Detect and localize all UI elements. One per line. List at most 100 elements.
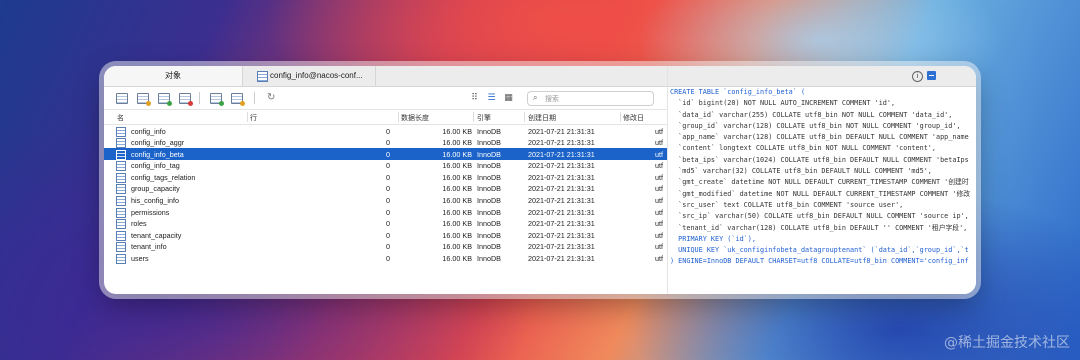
cell-modified: utf bbox=[655, 207, 663, 217]
cell-created: 2021-07-21 21:31:31 bbox=[528, 230, 595, 240]
cell-data-length: 16.00 KB bbox=[442, 207, 472, 217]
table-row[interactable]: config_tags_relation 0 16.00 KB InnoDB 2021-… bbox=[104, 171, 667, 183]
search-input[interactable]: ⌕ 搜索 bbox=[527, 91, 654, 106]
cell-name: config_info_beta bbox=[131, 149, 184, 159]
ddl-panel-icon[interactable] bbox=[927, 71, 936, 80]
header-data-length[interactable]: 数据长度 bbox=[401, 113, 429, 123]
cell-created: 2021-07-21 21:31:31 bbox=[528, 172, 595, 182]
table-icon bbox=[116, 207, 126, 218]
ddl-line: `content` longtext COLLATE utf8_bin NOT … bbox=[670, 144, 936, 153]
ddl-code: CREATE TABLE `config_info_beta` ( `id` b… bbox=[668, 87, 976, 268]
column-divider[interactable] bbox=[473, 112, 474, 122]
header-rows[interactable]: 行 bbox=[250, 113, 257, 123]
objects-pane: 对象 config_info@nacos-conf... ↻ ⠿ ☰ ▦ ⌕ 搜… bbox=[104, 66, 667, 294]
cell-rows: 0 bbox=[386, 172, 390, 182]
refresh-icon[interactable]: ↻ bbox=[267, 92, 275, 103]
cell-engine: InnoDB bbox=[477, 230, 501, 240]
table-row[interactable]: users 0 16.00 KB InnoDB 2021-07-21 21:31:31 u… bbox=[104, 253, 667, 265]
table-row[interactable]: config_info_aggr 0 16.00 KB InnoDB 2021-07-2… bbox=[104, 137, 667, 149]
column-divider[interactable] bbox=[398, 112, 399, 122]
table-icon bbox=[257, 71, 268, 82]
tab-objects[interactable]: 对象 bbox=[104, 66, 243, 86]
ddl-line: `md5` varchar(32) COLLATE utf8_bin DEFAU… bbox=[670, 167, 932, 176]
export-icon[interactable] bbox=[231, 93, 245, 106]
list-view-icon[interactable]: ☰ bbox=[487, 93, 496, 102]
table-row[interactable]: tenant_info 0 16.00 KB InnoDB 2021-07-21 21:… bbox=[104, 241, 667, 253]
cell-modified: utf bbox=[655, 219, 663, 229]
cell-name: his_config_info bbox=[131, 196, 179, 206]
design-table-icon[interactable] bbox=[137, 93, 151, 106]
tab-config-info[interactable]: config_info@nacos-conf... bbox=[244, 66, 376, 86]
ddl-pane-header: i bbox=[668, 66, 976, 87]
cell-rows: 0 bbox=[386, 184, 390, 194]
cell-modified: utf bbox=[655, 126, 663, 136]
ddl-line: `tenant_id` varchar(128) COLLATE utf8_bi… bbox=[670, 223, 968, 232]
cell-data-length: 16.00 KB bbox=[442, 161, 472, 171]
table-icon bbox=[116, 219, 126, 230]
table-icon bbox=[116, 126, 126, 137]
cell-engine: InnoDB bbox=[477, 242, 501, 252]
tab-config-info-label: config_info@nacos-conf... bbox=[270, 71, 363, 80]
cell-engine: InnoDB bbox=[477, 172, 501, 182]
column-divider[interactable] bbox=[620, 112, 621, 122]
cell-data-length: 16.00 KB bbox=[442, 230, 472, 240]
header-engine[interactable]: 引擎 bbox=[477, 113, 491, 123]
table-row[interactable]: permissions 0 16.00 KB InnoDB 2021-07-21 21:… bbox=[104, 206, 667, 218]
cell-data-length: 16.00 KB bbox=[442, 219, 472, 229]
header-created[interactable]: 创建日期 bbox=[528, 113, 556, 123]
ddl-line: `src_ip` varchar(50) COLLATE utf8_bin DE… bbox=[670, 212, 969, 221]
cell-created: 2021-07-21 21:31:31 bbox=[528, 242, 595, 252]
ddl-line: `id` bigint(20) NOT NULL AUTO_INCREMENT … bbox=[670, 99, 896, 108]
table-row[interactable]: config_info 0 16.00 KB InnoDB 2021-07-21 21:… bbox=[104, 125, 667, 137]
cell-rows: 0 bbox=[386, 138, 390, 148]
table-icon bbox=[116, 172, 126, 183]
toolbar-divider bbox=[199, 92, 200, 104]
cell-created: 2021-07-21 21:31:31 bbox=[528, 149, 595, 159]
table-row[interactable]: his_config_info 0 16.00 KB InnoDB 2021-07-21… bbox=[104, 195, 667, 207]
table-icon bbox=[116, 230, 126, 241]
delete-table-icon[interactable] bbox=[179, 93, 193, 106]
cell-engine: InnoDB bbox=[477, 219, 501, 229]
table-header: 名 行 数据长度 引擎 创建日期 修改日 bbox=[104, 110, 667, 125]
cell-name: config_info_aggr bbox=[131, 138, 185, 148]
table-row[interactable]: group_capacity 0 16.00 KB InnoDB 2021-07-21 … bbox=[104, 183, 667, 195]
detail-view-icon[interactable]: ▦ bbox=[504, 93, 513, 102]
cell-modified: utf bbox=[655, 172, 663, 182]
cell-engine: InnoDB bbox=[477, 254, 501, 264]
table-icon bbox=[116, 149, 126, 160]
cell-created: 2021-07-21 21:31:31 bbox=[528, 161, 595, 171]
ddl-line: UNIQUE KEY `uk_configinfobeta_datagroupt… bbox=[670, 246, 969, 255]
open-table-icon[interactable] bbox=[116, 93, 128, 104]
table-row[interactable]: tenant_capacity 0 16.00 KB InnoDB 2021-07-21… bbox=[104, 229, 667, 241]
table-icon bbox=[116, 196, 126, 207]
column-divider[interactable] bbox=[247, 112, 248, 122]
table-row[interactable]: config_info_tag 0 16.00 KB InnoDB 2021-07-21… bbox=[104, 160, 667, 172]
navicat-window: 对象 config_info@nacos-conf... ↻ ⠿ ☰ ▦ ⌕ 搜… bbox=[104, 66, 976, 294]
grid-view-icon[interactable]: ⠿ bbox=[470, 93, 479, 102]
cell-engine: InnoDB bbox=[477, 184, 501, 194]
header-modified[interactable]: 修改日 bbox=[623, 113, 644, 123]
info-icon[interactable]: i bbox=[912, 71, 923, 82]
table-row[interactable]: config_info_beta 0 16.00 KB InnoDB 2021-07-2… bbox=[104, 148, 667, 160]
table-icon bbox=[116, 254, 126, 265]
table-icon bbox=[116, 161, 126, 172]
table-icon bbox=[116, 184, 126, 195]
new-table-icon[interactable] bbox=[158, 93, 172, 106]
import-icon[interactable] bbox=[210, 93, 224, 106]
cell-created: 2021-07-21 21:31:31 bbox=[528, 138, 595, 148]
cell-created: 2021-07-21 21:31:31 bbox=[528, 254, 595, 264]
header-name[interactable]: 名 bbox=[117, 113, 124, 123]
cell-engine: InnoDB bbox=[477, 196, 501, 206]
table-row[interactable]: roles 0 16.00 KB InnoDB 2021-07-21 21:31:31 u… bbox=[104, 218, 667, 230]
search-placeholder: 搜索 bbox=[545, 96, 559, 103]
cell-rows: 0 bbox=[386, 207, 390, 217]
cell-data-length: 16.00 KB bbox=[442, 196, 472, 206]
ddl-line: PRIMARY KEY (`id`), bbox=[670, 234, 756, 243]
cell-data-length: 16.00 KB bbox=[442, 126, 472, 136]
cell-engine: InnoDB bbox=[477, 161, 501, 171]
cell-rows: 0 bbox=[386, 242, 390, 252]
cell-rows: 0 bbox=[386, 230, 390, 240]
cell-rows: 0 bbox=[386, 149, 390, 159]
cell-name: tenant_capacity bbox=[131, 230, 182, 240]
column-divider[interactable] bbox=[524, 112, 525, 122]
